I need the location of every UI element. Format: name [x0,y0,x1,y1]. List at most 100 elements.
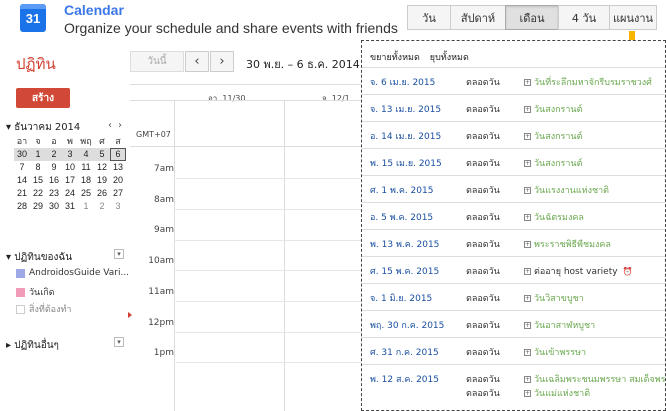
agenda-row[interactable]: พฤ. 30 ก.ค. 2015 ตลอดวัน + วันอาสาฬหบูชา [362,310,665,337]
mini-day[interactable]: 16 [46,174,62,187]
agenda-row[interactable]: จ. 6 เม.ย. 2015 ตลอดวัน + วันที่ระลึกมหาจ… [362,67,665,94]
mini-day[interactable]: 11 [78,161,94,174]
mini-day[interactable]: 5 [94,148,110,161]
tab-day[interactable]: วัน [407,5,451,30]
mini-day[interactable]: 20 [110,174,126,187]
calendar-item[interactable]: สิ่งที่ต้องทำ [16,302,71,316]
agenda-row[interactable]: พ. 12 ส.ค. 2015 ตลอดวัน + วันเฉลิมพระชนมพ… [362,364,665,410]
agenda-event[interactable]: +วันเฉลิมพระชนมพรรษา สมเด็จพระนางเจ้าฯ [524,372,665,386]
mini-calendar-next[interactable]: › [118,120,122,131]
calendar-color-swatch [16,268,25,278]
agenda-row[interactable]: พ. 15 เม.ย. 2015 ตลอดวัน + วันสงกรานต์ [362,148,665,175]
agenda-time: ตลอดวัน [466,240,500,250]
mini-day[interactable]: 24 [62,187,78,200]
agenda-row[interactable]: อ. 14 เม.ย. 2015 ตลอดวัน + วันสงกรานต์ [362,121,665,148]
agenda-row[interactable]: พ. 13 พ.ค. 2015 ตลอดวัน + พระราชพิธีพืชมง… [362,229,665,256]
create-button[interactable]: สร้าง [16,88,70,108]
agenda-date: จ. 13 เม.ย. 2015 [370,105,442,115]
mini-calendar-prev[interactable]: ‹ [108,120,112,131]
tab-agenda[interactable]: แผนงาน [609,5,657,30]
chevron-left-icon: ‹ [194,54,200,69]
mini-day[interactable]: 17 [62,174,78,187]
mini-day[interactable]: 15 [30,174,46,187]
agenda-event[interactable]: + วันอาสาฬหบูชา [524,318,595,332]
mini-day[interactable]: 30 [46,200,62,213]
agenda-event[interactable]: + วันสงกรานต์ [524,156,582,170]
agenda-event-title: วันวิสาขบูชา [534,294,584,304]
mini-day[interactable]: 26 [94,187,110,200]
today-button[interactable]: วันนี้ [130,51,184,72]
mini-day[interactable]: 12 [94,161,110,174]
agenda-event-title: วันฉัตรมงคล [534,213,584,223]
agenda-event[interactable]: + วันแม่แห่งชาติ [524,386,590,400]
mini-day[interactable]: 13 [110,161,126,174]
hour-line [174,332,365,333]
mini-day[interactable]: 2 [46,148,62,161]
mini-day[interactable]: 7 [14,161,30,174]
mini-day[interactable]: 1 [30,148,46,161]
other-calendars-menu-icon[interactable]: ▾ [114,337,124,347]
prev-button[interactable]: ‹ [185,51,209,72]
hour-label: 10am [148,256,174,266]
mini-day[interactable]: 29 [30,200,46,213]
my-calendars-menu-icon[interactable]: ▾ [114,249,124,259]
agenda-event[interactable]: + วันแรงงานแห่งชาติ [524,183,609,197]
mini-day[interactable]: 3 [110,200,126,213]
my-calendars-toggle[interactable]: ▾ ปฏิทินของฉัน [6,250,72,265]
app-title: Calendar [64,2,124,18]
agenda-event[interactable]: + ต่ออายุ host variety ⏰ [524,264,633,278]
mini-day[interactable]: 9 [46,161,62,174]
agenda-row[interactable]: จ. 1 มิ.ย. 2015 ตลอดวัน + วันวิสาขบูชา [362,283,665,310]
mini-day[interactable]: 22 [30,187,46,200]
mini-day[interactable]: 14 [14,174,30,187]
agenda-row[interactable]: ศ. 15 พ.ค. 2015 ตลอดวัน + ต่ออายุ host va… [362,256,665,283]
mini-day[interactable]: 25 [78,187,94,200]
tab-week[interactable]: สัปดาห์ [450,5,506,30]
agenda-row[interactable]: ศ. 1 พ.ค. 2015 ตลอดวัน + วันแรงงานแห่งชาต… [362,175,665,202]
other-calendars-title: ปฏิทินอื่นๆ [14,340,59,351]
mini-day[interactable]: 28 [14,200,30,213]
expand-icon: + [524,105,531,113]
agenda-row[interactable]: อ. 5 พ.ค. 2015 ตลอดวัน + วันฉัตรมงคล [362,202,665,229]
collapse-all-link[interactable]: ยุบทั้งหมด [430,50,469,64]
agenda-event[interactable]: + วันสงกรานต์ [524,129,582,143]
agenda-event[interactable]: + วันวิสาขบูชา [524,291,584,305]
mini-day[interactable]: 27 [110,187,126,200]
column-header[interactable]: อา. 11/30 [208,92,245,105]
agenda-event[interactable]: + วันที่ระลึกมหาจักรีบรมราชวงศ์ [524,75,652,89]
mini-day[interactable]: 10 [62,161,78,174]
agenda-event[interactable]: + วันสงกรานต์ [524,102,582,116]
expand-all-link[interactable]: ขยายทั้งหมด [370,50,420,64]
next-button[interactable]: › [210,51,234,72]
agenda-event[interactable]: + พระราชพิธีพืชมงคล [524,237,611,251]
mini-day[interactable]: 3 [62,148,78,161]
mini-day[interactable]: 23 [46,187,62,200]
mini-day[interactable]: 31 [62,200,78,213]
agenda-date: ศ. 1 พ.ค. 2015 [370,186,434,196]
mini-dow: ส [115,136,121,146]
mini-day[interactable]: 30 [14,148,30,161]
agenda-event[interactable]: + วันเข้าพรรษา [524,345,586,359]
mini-day[interactable]: 21 [14,187,30,200]
mini-day[interactable]: 19 [94,174,110,187]
agenda-time: ตลอดวัน [466,159,500,169]
agenda-row[interactable]: จ. 13 เม.ย. 2015 ตลอดวัน + วันสงกรานต์ [362,94,665,121]
mini-day-today[interactable]: 6 [110,148,126,161]
mini-day[interactable]: 1 [78,200,94,213]
mini-calendar-month[interactable]: ▾ ธันวาคม 2014 [6,120,80,135]
mini-day[interactable]: 2 [94,200,110,213]
other-calendars-toggle[interactable]: ▸ ปฏิทินอื่นๆ [6,338,59,353]
agenda-event[interactable]: + วันฉัตรมงคล [524,210,584,224]
calendar-item-label: วันเกิด [29,288,55,298]
mini-dow: อา [16,136,28,146]
mini-day[interactable]: 4 [78,148,94,161]
column-header[interactable]: จ. 12/1 [322,92,350,105]
calendar-item[interactable]: วันเกิด [16,285,55,299]
tab-4-days[interactable]: 4 วัน [558,5,610,30]
mini-day[interactable]: 8 [30,161,46,174]
agenda-row[interactable]: ศ. 31 ก.ค. 2015 ตลอดวัน + วันเข้าพรรษา [362,337,665,364]
mini-day[interactable]: 18 [78,174,94,187]
calendar-item[interactable]: AndroidosGuide Vari... [16,268,129,278]
agenda-event-title: วันแม่แห่งชาติ [534,389,591,399]
tab-month[interactable]: เดือน [505,5,559,30]
